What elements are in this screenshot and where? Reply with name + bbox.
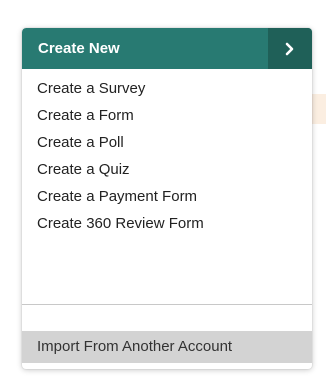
menu-item-import-from-another-account[interactable]: Import From Another Account — [22, 331, 312, 363]
chevron-right-icon — [285, 42, 294, 55]
create-new-button[interactable]: Create New — [22, 28, 268, 69]
menu-item-create-payment-form[interactable]: Create a Payment Form — [22, 183, 312, 210]
import-label: Import From Another Account — [37, 338, 233, 355]
expand-chevron-button[interactable] — [268, 28, 312, 69]
create-menu-list: Create a Survey Create a Form Create a P… — [22, 69, 312, 237]
menu-item-create-poll[interactable]: Create a Poll — [22, 129, 312, 156]
menu-item-create-form[interactable]: Create a Form — [22, 102, 312, 129]
menu-item-create-survey[interactable]: Create a Survey — [22, 75, 312, 102]
create-new-dropdown: Create New Create a Survey Create a Form… — [22, 28, 312, 369]
page: Create New Create a Survey Create a Form… — [0, 0, 326, 380]
background-highlight-strip — [312, 94, 326, 124]
create-new-header: Create New — [22, 28, 312, 69]
menu-divider — [22, 304, 312, 305]
menu-item-create-quiz[interactable]: Create a Quiz — [22, 156, 312, 183]
create-new-label: Create New — [38, 40, 120, 57]
menu-item-create-360-review-form[interactable]: Create 360 Review Form — [22, 210, 312, 237]
